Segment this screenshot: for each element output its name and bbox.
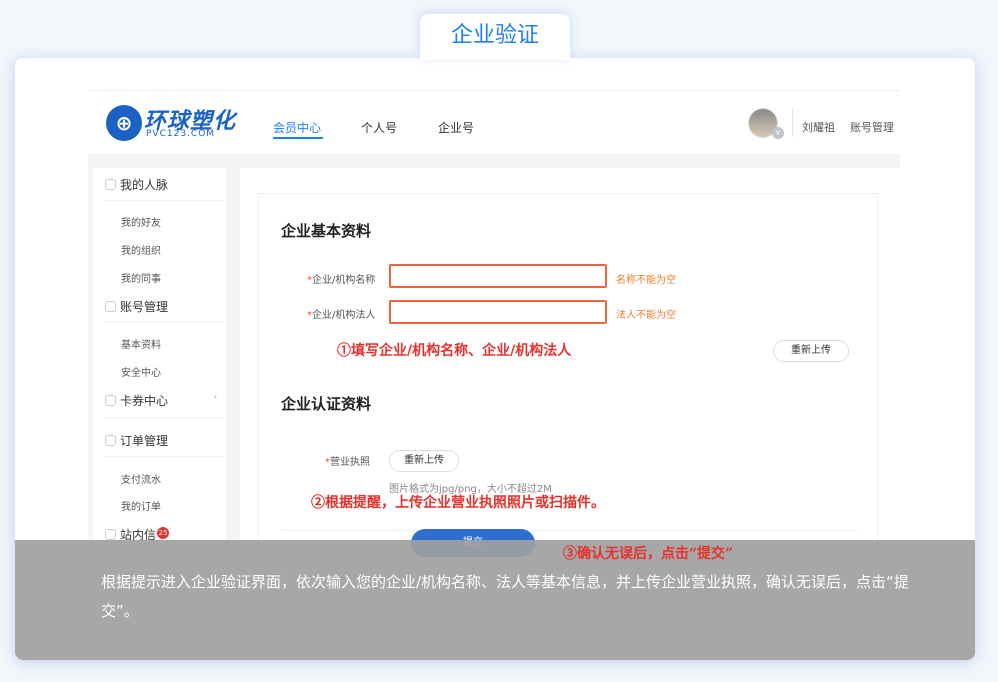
- caption-overlay: 根据提示进入企业验证界面，依次输入您的企业/机构名称、法人等基本信息，并上传企业…: [15, 540, 975, 660]
- coupon-icon: [105, 395, 116, 406]
- page-title-tab: 企业验证: [420, 14, 570, 60]
- annotation-step3: ③确认无误后，点击“提交”: [563, 546, 734, 562]
- sidebar-group-orders[interactable]: 订单管理: [105, 432, 168, 449]
- sidebar-item-organization[interactable]: 我的组织: [121, 242, 161, 257]
- label-text: 企业/机构法人: [312, 310, 376, 321]
- company-name-error: 名称不能为空: [616, 275, 676, 286]
- user-name[interactable]: 刘耀祖: [802, 119, 835, 135]
- globe-icon: ⊕: [106, 105, 142, 141]
- account-settings-link[interactable]: 账号管理: [850, 119, 894, 135]
- divider: [105, 418, 223, 419]
- company-name-label: *企业/机构名称: [307, 275, 376, 286]
- sidebar-group-contacts[interactable]: 我的人脉: [105, 176, 168, 193]
- person-icon: [105, 301, 116, 312]
- sidebar-group-coupons[interactable]: 卡券中心: [105, 392, 168, 409]
- sidebar-group-label: 我的人脉: [120, 178, 169, 192]
- company-name-input[interactable]: [389, 264, 607, 288]
- annotation-step2: ②根据提醒，上传企业营业执照照片或扫描件。: [311, 495, 605, 511]
- order-icon: [105, 435, 116, 446]
- divider: [281, 530, 857, 531]
- label-text: 企业/机构名称: [312, 275, 376, 286]
- caption-text: 根据提示进入企业验证界面，依次输入您的企业/机构名称、法人等基本信息，并上传企业…: [101, 573, 909, 620]
- license-label: *营业执照: [325, 457, 370, 468]
- sidebar-group-account[interactable]: 账号管理: [105, 298, 168, 315]
- nav-active-underline: [273, 137, 323, 139]
- nav-enterprise[interactable]: 企业号: [438, 119, 474, 136]
- sidebar-item-basic-info[interactable]: 基本资料: [121, 336, 161, 351]
- verified-icon: v: [772, 127, 784, 139]
- section-title-basic: 企业基本资料: [281, 222, 372, 240]
- sidebar-item-my-orders[interactable]: 我的订单: [121, 498, 161, 513]
- sidebar-group-label: 卡券中心: [120, 394, 169, 408]
- license-upload-button[interactable]: 重新上传: [389, 450, 459, 472]
- divider: [105, 456, 223, 457]
- annotation-step1: ①填写企业/机构名称、企业/机构法人: [337, 343, 572, 359]
- label-text: 营业执照: [330, 457, 370, 468]
- nav-member-center[interactable]: 会员中心: [273, 119, 321, 136]
- divider: [105, 200, 223, 201]
- legal-person-label: *企业/机构法人: [307, 310, 376, 321]
- sidebar-item-security[interactable]: 安全中心: [121, 364, 161, 379]
- top-bar: ⊕ 环球塑化 PVC123.COM 会员中心 个人号 企业号 v 刘耀祖 账号管…: [88, 90, 900, 154]
- divider: [792, 109, 793, 137]
- legal-person-error: 法人不能为空: [616, 310, 676, 321]
- reupload-button[interactable]: 重新上传: [773, 340, 849, 362]
- section-title-cert: 企业认证资料: [281, 395, 372, 413]
- site-logo[interactable]: ⊕ 环球塑化 PVC123.COM: [106, 103, 236, 143]
- chevron-right-icon: ›: [213, 390, 218, 403]
- person-icon: [105, 179, 116, 190]
- legal-person-input[interactable]: [389, 300, 607, 324]
- logo-subtext: PVC123.COM: [146, 129, 216, 139]
- sidebar-item-payments[interactable]: 支付流水: [121, 471, 161, 486]
- message-icon: [105, 529, 116, 540]
- sidebar-group-label: 订单管理: [120, 434, 169, 448]
- sidebar-item-friends[interactable]: 我的好友: [121, 214, 161, 229]
- content-card: ⊕ 环球塑化 PVC123.COM 会员中心 个人号 企业号 v 刘耀祖 账号管…: [15, 58, 975, 660]
- sidebar-group-label: 账号管理: [120, 300, 169, 314]
- divider: [105, 322, 223, 323]
- unread-badge: 25: [157, 527, 170, 539]
- sidebar-item-colleagues[interactable]: 我的同事: [121, 270, 161, 285]
- nav-personal[interactable]: 个人号: [361, 119, 397, 136]
